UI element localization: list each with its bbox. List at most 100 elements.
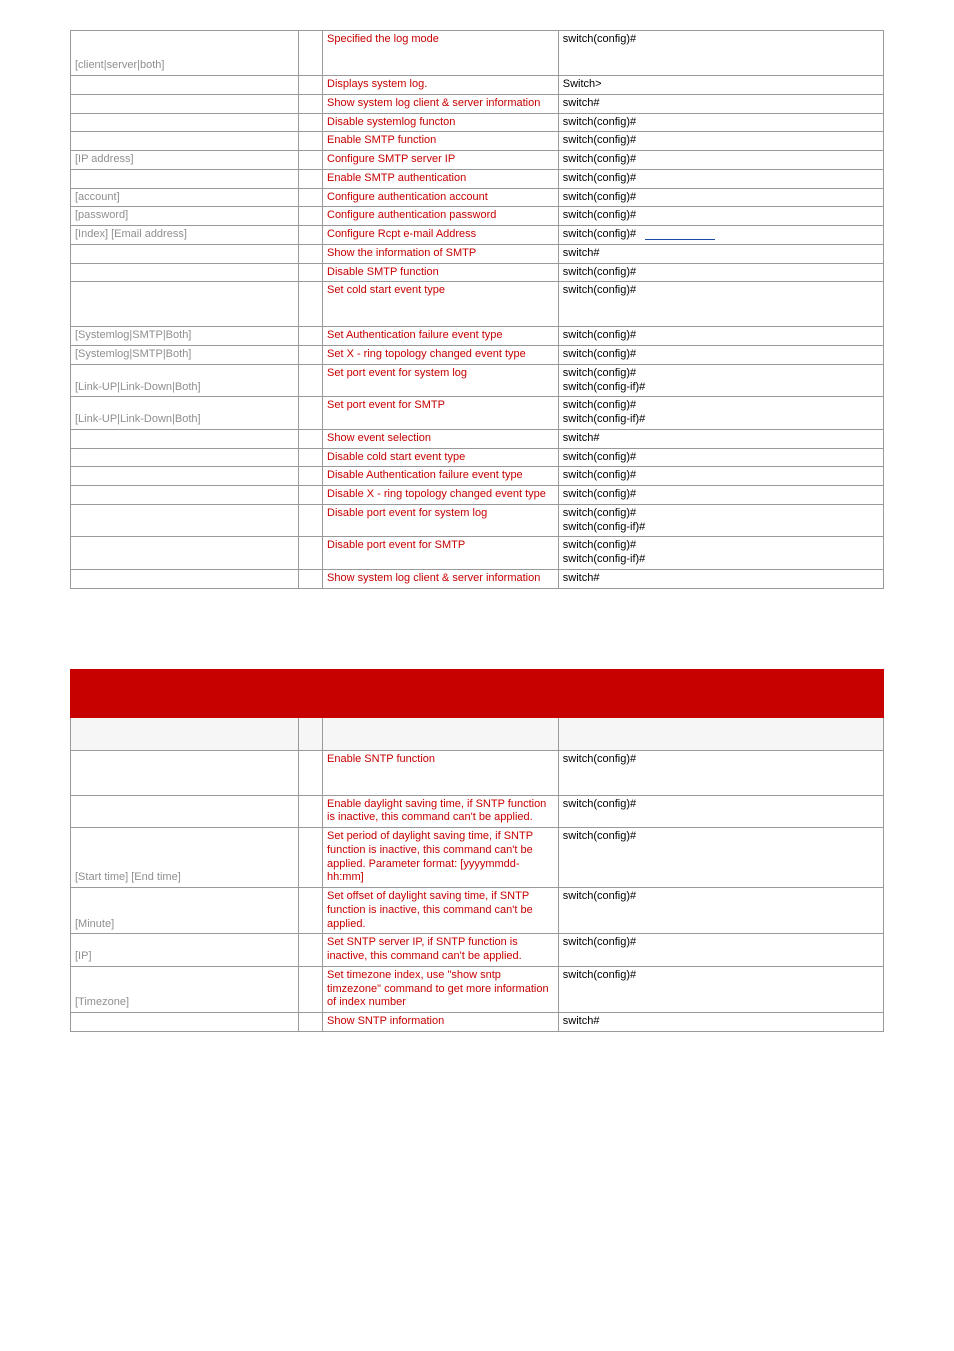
level-cell bbox=[298, 486, 322, 505]
desc-cell: Set X - ring topology changed event type bbox=[323, 346, 559, 365]
desc-cell: Show system log client & server informat… bbox=[323, 569, 559, 588]
cmd-cell bbox=[71, 282, 299, 327]
table-row: Disable cold start event typeswitch(conf… bbox=[71, 448, 884, 467]
desc-cell: Displays system log. bbox=[323, 76, 559, 95]
level-cell bbox=[298, 888, 322, 934]
cmd-cell bbox=[71, 569, 299, 588]
desc-cell: Enable daylight saving time, if SNTP fun… bbox=[323, 795, 559, 828]
level-cell bbox=[298, 132, 322, 151]
desc-cell: Enable SNTP function bbox=[323, 750, 559, 795]
cmd-cell bbox=[71, 1013, 299, 1032]
cmd-cell: [Link-UP|Link-Down|Both] bbox=[71, 364, 299, 397]
table-row: Disable port event for system logswitch(… bbox=[71, 504, 884, 537]
cmd-cell bbox=[71, 169, 299, 188]
default-cell: switch(config)# bbox=[558, 207, 883, 226]
cmd-cell: [Systemlog|SMTP|Both] bbox=[71, 327, 299, 346]
desc-cell: Disable X - ring topology changed event … bbox=[323, 486, 559, 505]
level-cell bbox=[298, 934, 322, 967]
table-row: Displays system log.Switch> bbox=[71, 76, 884, 95]
table-row: [client|server|both]Specified the log mo… bbox=[71, 31, 884, 76]
level-cell bbox=[298, 327, 322, 346]
table-row: Enable SMTP authenticationswitch(config)… bbox=[71, 169, 884, 188]
cmd-cell bbox=[71, 448, 299, 467]
level-cell bbox=[298, 1013, 322, 1032]
desc-cell: Enable SMTP authentication bbox=[323, 169, 559, 188]
table-row: Disable port event for SMTPswitch(config… bbox=[71, 537, 884, 570]
cmd-cell: [IP] bbox=[71, 934, 299, 967]
desc-cell: Set timezone index, use "show sntp timze… bbox=[323, 966, 559, 1012]
table-row: [Systemlog|SMTP|Both] Set X - ring topolo… bbox=[71, 346, 884, 365]
cmd-cell bbox=[71, 504, 299, 537]
cmd-cell: [client|server|both] bbox=[71, 31, 299, 76]
default-cell: switch# bbox=[558, 94, 883, 113]
level-cell bbox=[298, 828, 322, 888]
default-cell: switch(config)# bbox=[558, 467, 883, 486]
desc-cell: Disable systemlog functon bbox=[323, 113, 559, 132]
level-cell bbox=[298, 226, 322, 245]
desc-cell: Disable port event for system log bbox=[323, 504, 559, 537]
header-desc bbox=[323, 717, 559, 750]
default-cell: switch# bbox=[558, 429, 883, 448]
cmd-cell: [password] bbox=[71, 207, 299, 226]
default-cell: switch(config)# bbox=[558, 934, 883, 967]
default-cell: switch(config)# bbox=[558, 327, 883, 346]
cmd-cell bbox=[71, 795, 299, 828]
level-cell bbox=[298, 569, 322, 588]
underline-annotation bbox=[645, 229, 715, 240]
cmd-cell: [Link-UP|Link-Down|Both] bbox=[71, 397, 299, 430]
level-cell bbox=[298, 966, 322, 1012]
default-cell: switch(config)# bbox=[558, 828, 883, 888]
level-cell bbox=[298, 169, 322, 188]
level-cell bbox=[298, 207, 322, 226]
desc-cell: Disable Authentication failure event typ… bbox=[323, 467, 559, 486]
desc-cell: Disable cold start event type bbox=[323, 448, 559, 467]
level-cell bbox=[298, 188, 322, 207]
cmd-cell: [Systemlog|SMTP|Both] bbox=[71, 346, 299, 365]
level-cell bbox=[298, 76, 322, 95]
default-cell: switch(config)# bbox=[558, 113, 883, 132]
cmd-cell: [Timezone] bbox=[71, 966, 299, 1012]
table-row: [password]Configure authentication passw… bbox=[71, 207, 884, 226]
desc-cell: Show the information of SMTP bbox=[323, 244, 559, 263]
header-lvl bbox=[298, 717, 322, 750]
section-band bbox=[71, 669, 884, 717]
desc-cell: Configure SMTP server IP bbox=[323, 151, 559, 170]
level-cell bbox=[298, 397, 322, 430]
cmd-cell bbox=[71, 750, 299, 795]
cmd-cell bbox=[71, 94, 299, 113]
table-row: Show event selectionswitch# bbox=[71, 429, 884, 448]
desc-cell: Configure Rcpt e-mail Address bbox=[323, 226, 559, 245]
default-cell: switch(config)# bbox=[558, 31, 883, 76]
level-cell bbox=[298, 448, 322, 467]
desc-cell: Show event selection bbox=[323, 429, 559, 448]
level-cell bbox=[298, 467, 322, 486]
table-row: [Start time] [End time]Set period of day… bbox=[71, 828, 884, 888]
default-cell: switch(config)# bbox=[558, 486, 883, 505]
default-cell: switch(config)# bbox=[558, 226, 883, 245]
desc-cell: Set period of daylight saving time, if S… bbox=[323, 828, 559, 888]
level-cell bbox=[298, 504, 322, 537]
desc-cell: Set offset of daylight saving time, if S… bbox=[323, 888, 559, 934]
desc-cell: Set SNTP server IP, if SNTP function is … bbox=[323, 934, 559, 967]
table-row: Disable X - ring topology changed event … bbox=[71, 486, 884, 505]
default-cell: switch(config)# bbox=[558, 346, 883, 365]
cmd-cell bbox=[71, 132, 299, 151]
cmd-cell bbox=[71, 263, 299, 282]
level-cell bbox=[298, 151, 322, 170]
table-row: [Link-UP|Link-Down|Both]Set port event f… bbox=[71, 397, 884, 430]
default-cell: switch(config)# bbox=[558, 966, 883, 1012]
level-cell bbox=[298, 795, 322, 828]
table-row: [IP address]Configure SMTP server IPswit… bbox=[71, 151, 884, 170]
level-cell bbox=[298, 31, 322, 76]
cmd-cell bbox=[71, 467, 299, 486]
level-cell bbox=[298, 113, 322, 132]
default-cell: switch# bbox=[558, 244, 883, 263]
cmd-cell: [account] bbox=[71, 188, 299, 207]
level-cell bbox=[298, 346, 322, 365]
default-cell: switch(config)# bbox=[558, 188, 883, 207]
cmd-cell: [Index] [Email address] bbox=[71, 226, 299, 245]
table-row: [IP] Set SNTP server IP, if SNTP function… bbox=[71, 934, 884, 967]
header-def bbox=[558, 717, 883, 750]
default-cell: switch(config)# bbox=[558, 795, 883, 828]
table-row: Disable systemlog functonswitch(config)# bbox=[71, 113, 884, 132]
